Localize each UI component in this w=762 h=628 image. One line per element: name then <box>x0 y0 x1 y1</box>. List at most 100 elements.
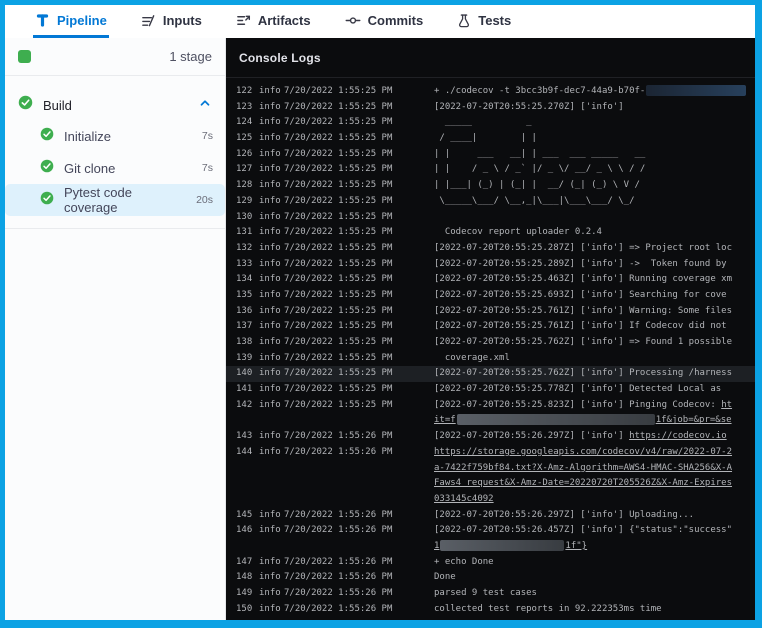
log-level: info <box>259 429 284 445</box>
log-level: info <box>259 210 284 226</box>
log-row[interactable]: 146info7/20/2022 1:55:26 PM[2022-07-20T2… <box>226 523 755 539</box>
commits-icon <box>345 13 361 28</box>
log-row-wrap[interactable]: Faws4_request&X-Amz-Date=20220720T205526… <box>226 476 755 492</box>
log-text: [2022-07-20T20:55:25.761Z] ['info'] Warn… <box>434 306 732 316</box>
log-message: | | / _ \ / _` |/ _ \/ __/ _ \ \ / / <box>434 162 755 178</box>
log-link[interactable]: a-7422f759bf84.txt?X-Amz-Algorithm=AWS4-… <box>434 463 732 473</box>
log-message: + echo Done <box>434 555 755 571</box>
log-timestamp <box>284 476 434 492</box>
log-timestamp: 7/20/2022 1:55:25 PM <box>284 194 434 210</box>
log-link[interactable]: 1f&job=&pr=&se <box>656 415 732 425</box>
log-link[interactable]: ht <box>721 400 732 410</box>
redacted-secret-block <box>457 414 655 425</box>
log-row[interactable]: 124info7/20/2022 1:55:25 PM _____ _ <box>226 115 755 131</box>
log-line-number: 139 <box>236 351 259 367</box>
log-line-number: 129 <box>236 194 259 210</box>
log-text: [2022-07-20T20:55:26.297Z] ['info'] <box>434 431 629 441</box>
log-line-number: 132 <box>236 241 259 257</box>
log-link[interactable]: 1f"} <box>565 541 587 551</box>
log-row[interactable]: 148info7/20/2022 1:55:26 PMDone <box>226 570 755 586</box>
log-timestamp: 7/20/2022 1:55:26 PM <box>284 555 434 571</box>
log-row[interactable]: 123info7/20/2022 1:55:25 PM[2022-07-20T2… <box>226 100 755 116</box>
log-line-number: 128 <box>236 178 259 194</box>
log-row[interactable]: 145info7/20/2022 1:55:26 PM[2022-07-20T2… <box>226 508 755 524</box>
tab-commits[interactable]: Commits <box>343 5 426 38</box>
log-row[interactable]: 144info7/20/2022 1:55:26 PMhttps://stora… <box>226 445 755 461</box>
step-row-pytest-code-coverage[interactable]: Pytest code coverage20s <box>5 184 225 216</box>
log-row[interactable]: 134info7/20/2022 1:55:25 PM[2022-07-20T2… <box>226 272 755 288</box>
log-row[interactable]: 139info7/20/2022 1:55:25 PM coverage.xml <box>226 351 755 367</box>
tab-pipeline[interactable]: Pipeline <box>33 5 109 38</box>
log-line-number: 147 <box>236 555 259 571</box>
log-row[interactable]: 133info7/20/2022 1:55:25 PM[2022-07-20T2… <box>226 257 755 273</box>
log-line-number: 127 <box>236 162 259 178</box>
log-level: info <box>259 445 284 461</box>
log-text: [2022-07-20T20:55:25.823Z] ['info'] Ping… <box>434 400 721 410</box>
console-log-area[interactable]: 122info7/20/2022 1:55:25 PM+ ./codecov -… <box>226 78 755 620</box>
log-text: / ____| | | <box>434 133 537 143</box>
log-line-number <box>236 413 259 429</box>
log-row[interactable]: 137info7/20/2022 1:55:25 PM[2022-07-20T2… <box>226 319 755 335</box>
log-timestamp: 7/20/2022 1:55:25 PM <box>284 210 434 226</box>
log-line-number: 131 <box>236 225 259 241</box>
log-text: parsed 9 test cases <box>434 588 537 598</box>
log-row[interactable]: 129info7/20/2022 1:55:25 PM \_____\___/ … <box>226 194 755 210</box>
log-row-wrap[interactable]: 033145c4092 <box>226 492 755 508</box>
log-row-wrap[interactable]: a-7422f759bf84.txt?X-Amz-Algorithm=AWS4-… <box>226 461 755 477</box>
step-row-git-clone[interactable]: Git clone7s <box>5 152 225 184</box>
log-level: info <box>259 304 284 320</box>
log-row[interactable]: 138info7/20/2022 1:55:25 PM[2022-07-20T2… <box>226 335 755 351</box>
console-logs-title: Console Logs <box>239 51 321 65</box>
log-message: Codecov report uploader 0.2.4 <box>434 225 755 241</box>
step-row-initialize[interactable]: Initialize7s <box>5 120 225 152</box>
log-row[interactable]: 125info7/20/2022 1:55:25 PM / ____| | | <box>226 131 755 147</box>
log-level <box>259 539 284 555</box>
log-text: | | ___ __| | ___ ___ _____ __ <box>434 149 645 159</box>
log-message: + ./codecov -t 3bcc3b9f-dec7-44a9-b70f- <box>434 84 755 100</box>
log-row[interactable]: 131info7/20/2022 1:55:25 PM Codecov repo… <box>226 225 755 241</box>
log-row[interactable]: 141info7/20/2022 1:55:25 PM[2022-07-20T2… <box>226 382 755 398</box>
log-timestamp <box>284 413 434 429</box>
check-circle-icon <box>40 191 54 210</box>
log-row-wrap[interactable]: 1 1f"} <box>226 539 755 555</box>
log-row[interactable]: 142info7/20/2022 1:55:25 PM[2022-07-20T2… <box>226 398 755 414</box>
log-link[interactable]: 033145c4092 <box>434 494 494 504</box>
log-message: _____ _ <box>434 115 755 131</box>
log-text: \_____\___/ \__,_|\___|\___\___/ \_/ <box>434 196 634 206</box>
log-link[interactable]: it=f <box>434 415 456 425</box>
log-row-wrap[interactable]: it=f 1f&job=&pr=&se <box>226 413 755 429</box>
log-line-number: 125 <box>236 131 259 147</box>
chevron-up-icon[interactable] <box>198 96 212 115</box>
log-row[interactable]: 143info7/20/2022 1:55:26 PM[2022-07-20T2… <box>226 429 755 445</box>
log-row[interactable]: 128info7/20/2022 1:55:25 PM| |___| (_) |… <box>226 178 755 194</box>
log-link[interactable]: https://storage.googleapis.com/codecov/v… <box>434 447 732 457</box>
log-message: \_____\___/ \__,_|\___|\___\___/ \_/ <box>434 194 755 210</box>
log-row[interactable]: 126info7/20/2022 1:55:25 PM| | ___ __| |… <box>226 147 755 163</box>
log-row[interactable]: 130info7/20/2022 1:55:25 PM <box>226 210 755 226</box>
log-link[interactable]: https://codecov.io <box>629 431 727 441</box>
log-row[interactable]: 135info7/20/2022 1:55:25 PM[2022-07-20T2… <box>226 288 755 304</box>
log-row[interactable]: 140info7/20/2022 1:55:25 PM[2022-07-20T2… <box>226 366 755 382</box>
log-level: info <box>259 351 284 367</box>
log-row[interactable]: 149info7/20/2022 1:55:26 PMparsed 9 test… <box>226 586 755 602</box>
step-label: Git clone <box>64 161 115 176</box>
tab-artifacts[interactable]: Artifacts <box>234 5 313 38</box>
log-link[interactable]: Faws4_request&X-Amz-Date=20220720T205526… <box>434 478 732 488</box>
log-message: | |___| (_) | (_| | __/ (_| (_) \ V / <box>434 178 755 194</box>
tab-tests[interactable]: Tests <box>455 5 513 38</box>
log-link[interactable]: 1 <box>434 541 439 551</box>
log-message <box>434 210 755 226</box>
log-row[interactable]: 136info7/20/2022 1:55:25 PM[2022-07-20T2… <box>226 304 755 320</box>
log-message: [2022-07-20T20:55:25.762Z] ['info'] => F… <box>434 335 755 351</box>
log-line-number: 123 <box>236 100 259 116</box>
log-row[interactable]: 150info7/20/2022 1:55:26 PMcollected tes… <box>226 602 755 618</box>
log-row[interactable]: 122info7/20/2022 1:55:25 PM+ ./codecov -… <box>226 84 755 100</box>
tab-inputs[interactable]: Inputs <box>139 5 204 38</box>
build-group-row[interactable]: Build <box>5 90 225 120</box>
log-level: info <box>259 84 284 100</box>
log-row[interactable]: 147info7/20/2022 1:55:26 PM+ echo Done <box>226 555 755 571</box>
log-level: info <box>259 272 284 288</box>
log-row[interactable]: 127info7/20/2022 1:55:25 PM| | / _ \ / _… <box>226 162 755 178</box>
log-row[interactable]: 132info7/20/2022 1:55:25 PM[2022-07-20T2… <box>226 241 755 257</box>
log-timestamp: 7/20/2022 1:55:26 PM <box>284 445 434 461</box>
